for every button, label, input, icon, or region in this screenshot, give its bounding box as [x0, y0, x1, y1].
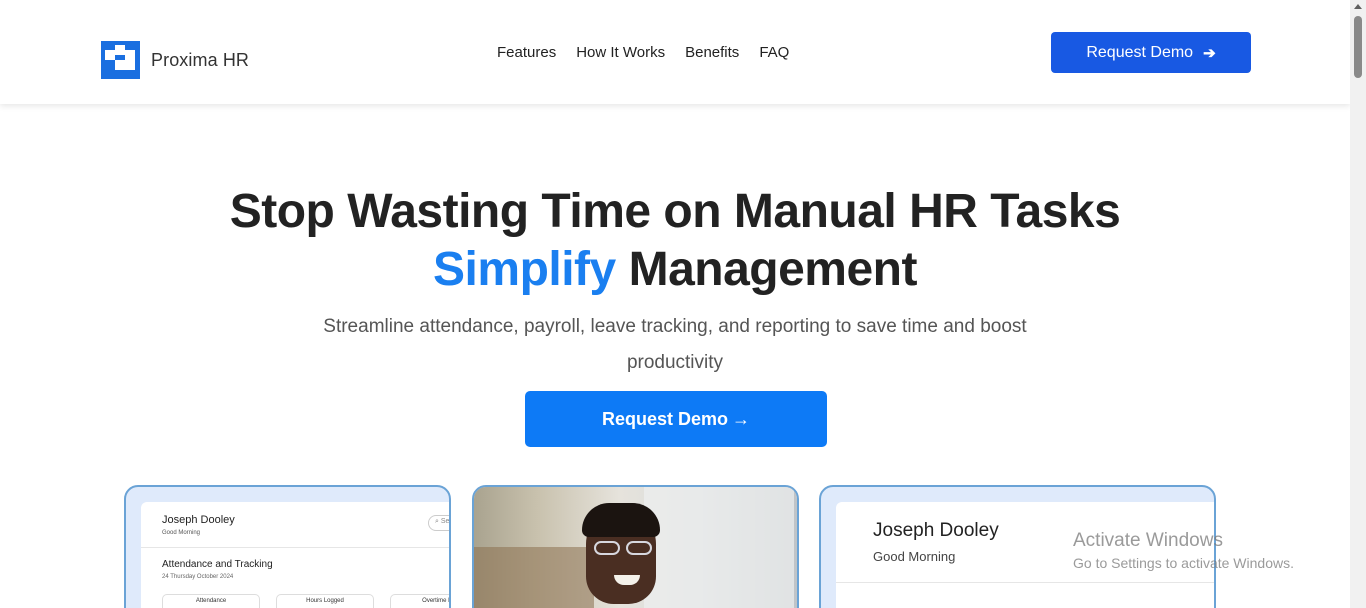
site-header: Proxima HR Features How It Works Benefit… — [0, 0, 1350, 104]
scroll-up-icon[interactable] — [1354, 4, 1362, 9]
dashboard-panel: Joseph Dooley Good Morning ⌕ Se Attendan… — [141, 502, 450, 608]
proxima-logo-icon — [101, 41, 140, 79]
arrow-right-icon: ➔ — [1203, 44, 1216, 62]
nav-faq[interactable]: FAQ — [759, 44, 789, 61]
attendance-pill: Attendance — [162, 594, 260, 608]
search-placeholder: Se — [440, 518, 450, 525]
hero-title-accent: Simplify — [433, 243, 616, 296]
overtime-pill: Overtime Ho — [390, 594, 449, 608]
divider — [141, 547, 449, 548]
nav-benefits[interactable]: Benefits — [685, 44, 739, 61]
attendance-preview-card: Joseph Dooley Good Morning ⌕ Se Attendan… — [124, 485, 451, 608]
hero-request-demo-button[interactable]: Request Demo → — [525, 391, 827, 447]
landing-page: Proxima HR Features How It Works Benefit… — [0, 0, 1350, 608]
hours-logged-pill: Hours Logged — [276, 594, 374, 608]
watermark-title: Activate Windows — [1073, 530, 1223, 551]
header-request-demo-label: Request Demo — [1086, 43, 1194, 61]
nav-how-it-works[interactable]: How It Works — [576, 44, 665, 61]
main-nav: Features How It Works Benefits FAQ — [497, 44, 809, 61]
greeting-text: Good Morning — [873, 549, 956, 564]
arrow-right-icon: → — [732, 408, 751, 429]
hero-request-demo-label: Request Demo — [601, 408, 729, 429]
section-title: Attendance and Tracking — [162, 559, 273, 570]
hero-subtitle: Streamline attendance, payroll, leave tr… — [323, 316, 1027, 373]
brand-logo[interactable]: Proxima HR — [101, 41, 249, 79]
date-text: 24 Thursday October 2024 — [162, 574, 234, 580]
search-input: ⌕ Se — [428, 515, 450, 531]
user-name: Joseph Dooley — [162, 514, 235, 526]
hero-title-line1: Stop Wasting Time on Manual HR Tasks — [229, 185, 1121, 238]
brand-name: Proxima HR — [151, 49, 250, 70]
watermark-subtitle: Go to Settings to activate Windows. — [1073, 555, 1294, 571]
header-request-demo-button[interactable]: Request Demo ➔ — [1051, 32, 1251, 73]
smiling-woman-photo — [474, 487, 797, 608]
divider — [836, 582, 1214, 583]
windows-activation-watermark: Activate Windows Go to Settings to activ… — [1073, 530, 1294, 571]
hero-title: Stop Wasting Time on Manual HR Tasks Sim… — [0, 183, 1350, 299]
photo-card — [472, 485, 799, 608]
greeting-text: Good Morning — [162, 530, 201, 536]
vertical-scrollbar[interactable] — [1350, 0, 1366, 608]
nav-features[interactable]: Features — [497, 44, 556, 61]
hero-title-rest: Management — [628, 243, 918, 296]
user-name: Joseph Dooley — [873, 520, 999, 541]
scrollbar-thumb[interactable] — [1354, 16, 1362, 78]
